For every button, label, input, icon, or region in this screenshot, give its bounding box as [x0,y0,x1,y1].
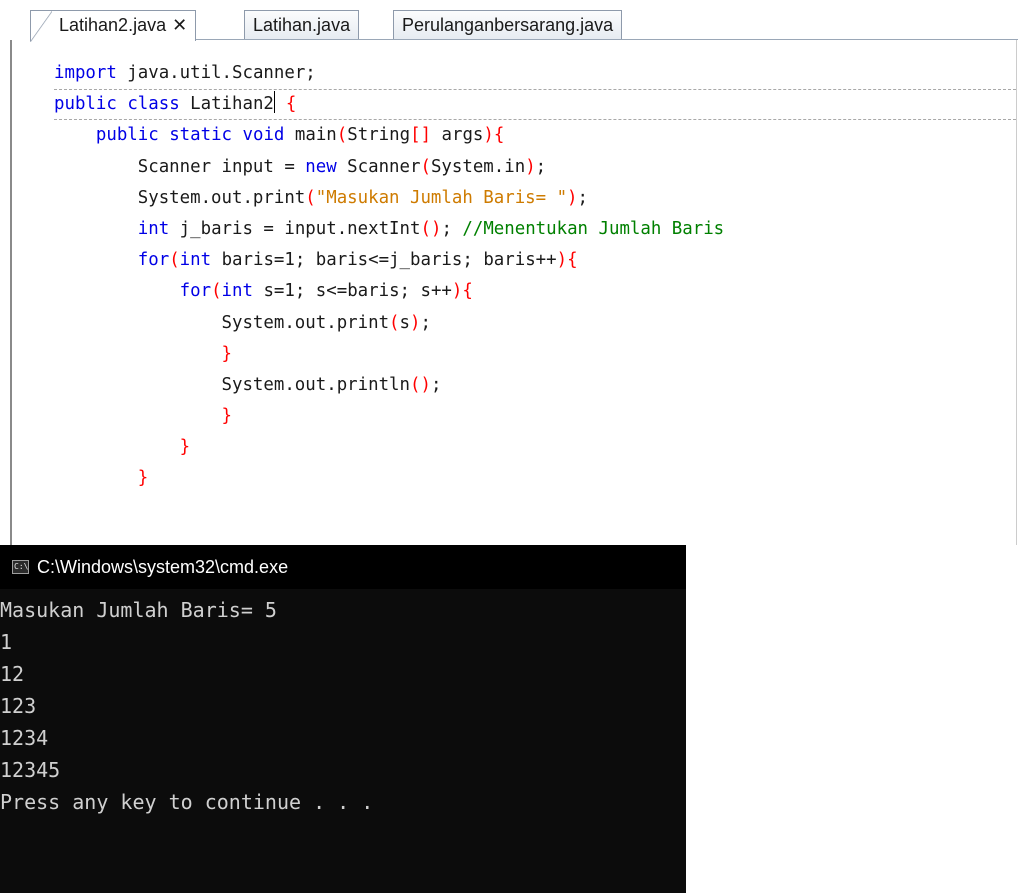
code-line[interactable]: } [54,432,724,463]
console-window[interactable]: C:\ C:\Windows\system32\cmd.exe Masukan … [0,545,686,893]
code-line[interactable]: int j_baris = input.nextInt(); //Menentu… [54,214,724,245]
code-line[interactable]: System.out.print("Masukan Jumlah Baris= … [54,183,724,214]
code-line[interactable]: } [54,463,724,494]
code-line[interactable]: Scanner input = new Scanner(System.in); [54,152,724,183]
console-line: Press any key to continue . . . [0,790,374,814]
tab-label: Perulanganbersarang.java [402,15,614,35]
code-area[interactable]: import java.util.Scanner; public class La… [54,58,1016,495]
console-output: Masukan Jumlah Baris= 5 1 12 123 1234 12345 Pr… [0,594,373,818]
code-line[interactable]: System.out.print(s); [54,308,724,339]
tab-perulanganbersarang[interactable]: Perulanganbersarang.java [393,10,623,40]
code-line[interactable]: for(int s=1; s<=baris; s++){ [54,276,724,307]
tab-label: Latihan2.java [59,15,167,35]
console-line: 1 [0,630,13,654]
console-line: 123 [0,694,37,718]
editor-right-border [1016,40,1017,545]
cmd-icon: C:\ [12,560,29,574]
tab-latihan2[interactable]: Latihan2.java ✕ [30,10,197,42]
editor-tab-bar: Latihan2.java ✕ Latihan.java Perulanganbe… [0,0,1018,42]
console-line: 1234 [0,726,49,750]
console-line: 12 [0,662,25,686]
code-line[interactable]: } [54,401,724,432]
editor-gutter-border [10,40,12,545]
code-line[interactable]: } [54,339,724,370]
tab-latihan[interactable]: Latihan.java [244,10,360,40]
console-title: C:\Windows\system32\cmd.exe [37,557,289,577]
close-icon[interactable]: ✕ [172,11,187,39]
code-line[interactable]: for(int baris=1; baris<=j_baris; baris++… [54,245,724,276]
code-line[interactable]: public static void main(String[] args){ [54,120,724,151]
code-editor[interactable]: Latihan2.java ✕ Latihan.java Perulanganbe… [0,0,1018,545]
text-caret [273,91,276,114]
code-line[interactable]: public class Latihan2 { [54,89,1016,121]
console-line: Masukan Jumlah Baris= 5 [0,598,277,622]
console-titlebar[interactable]: C:\ C:\Windows\system32\cmd.exe [0,545,686,589]
tab-label: Latihan.java [253,15,351,35]
code-line[interactable]: import java.util.Scanner; [54,58,724,89]
console-line: 12345 [0,758,61,782]
code-line[interactable]: System.out.println(); [54,370,724,401]
